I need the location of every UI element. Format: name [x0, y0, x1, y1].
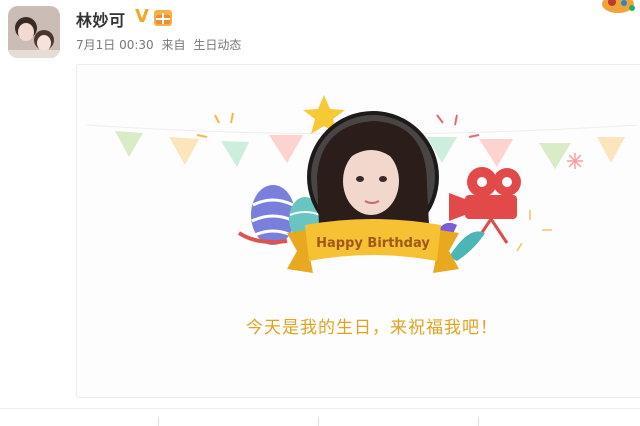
post-source[interactable]: 生日动态	[193, 38, 241, 52]
username[interactable]: 林妙可	[76, 7, 126, 31]
sparkle-icon	[196, 112, 234, 138]
egg-icon	[251, 185, 295, 245]
bunting-flag	[269, 135, 303, 163]
vip-badge-icon	[154, 10, 172, 26]
post-meta: 7月1日 00:30 来自 生日动态	[76, 36, 245, 53]
source-prefix: 来自	[161, 38, 186, 52]
birthday-wish-text: 今天是我的生日，来祝福我吧！	[246, 318, 498, 338]
bunting-flag	[221, 141, 249, 167]
decoration-icon	[602, 0, 635, 13]
action-bar	[0, 408, 640, 426]
bunting-flag	[479, 139, 513, 167]
avatar[interactable]	[8, 6, 60, 58]
movie-camera-icon	[449, 167, 521, 244]
post-date[interactable]: 7月1日 00:30	[76, 38, 154, 52]
birthday-illustration: Happy Birthday	[86, 95, 638, 273]
bunting-flag	[539, 143, 571, 169]
sparkle-icon	[567, 153, 583, 169]
birthday-card[interactable]: Happy Birthday 今天是我的生日，来祝福我吧！	[76, 64, 640, 398]
post-header: 林妙可 V 7月1日 00:30 来自 生日动态	[0, 0, 640, 62]
happy-birthday-banner: Happy Birthday	[287, 219, 459, 273]
v-badge-icon: V	[135, 6, 149, 27]
sparkle-icon	[436, 114, 480, 138]
banner-text: Happy Birthday	[316, 236, 430, 251]
bunting-flag	[169, 137, 199, 165]
bunting-flag	[597, 137, 625, 163]
bunting-flag	[115, 131, 143, 157]
sparkle-icon	[516, 210, 552, 252]
